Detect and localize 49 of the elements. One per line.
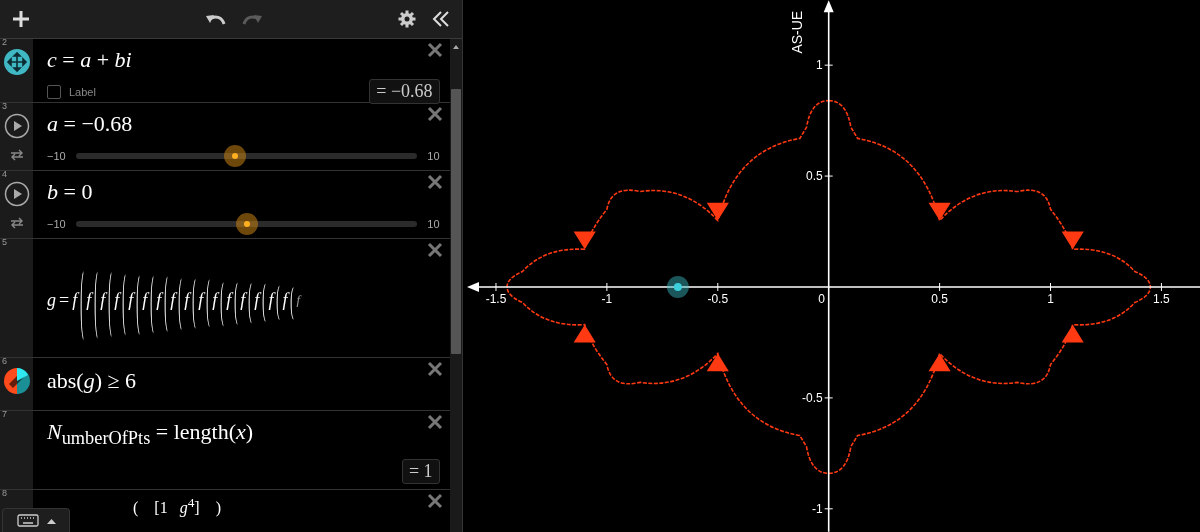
- x-tick-label: 1.5: [1152, 291, 1170, 306]
- x-tick-label: -1.5: [485, 291, 506, 306]
- y-tick-label: -0.5: [801, 390, 823, 405]
- color-icon[interactable]: [3, 368, 30, 394]
- x-tick-label: 1: [1046, 291, 1054, 306]
- play-button[interactable]: [3, 181, 30, 207]
- slider-max: 10: [427, 218, 440, 230]
- slider-min: −10: [47, 150, 66, 162]
- math-expression[interactable]: b = 0: [47, 177, 450, 207]
- math-expression[interactable]: abs(g) ≥ 6: [47, 366, 450, 396]
- math-expression[interactable]: N$_{umberOfPts}$ = length(x): [47, 417, 450, 454]
- x-tick-label: -1: [601, 291, 612, 306]
- row-number: 6: [2, 356, 7, 366]
- play-button[interactable]: [3, 113, 30, 139]
- math-expression[interactable]: c = a + bi: [47, 45, 450, 75]
- slider-thumb[interactable]: [235, 213, 258, 235]
- row-number: 3: [2, 101, 7, 111]
- row-number: 2: [2, 39, 7, 47]
- y-tick-label: 0.5: [805, 169, 823, 184]
- slider-max: 10: [427, 150, 440, 162]
- slider-min: −10: [47, 218, 66, 230]
- axis-label: AS-UE: [788, 10, 805, 54]
- keyboard-button[interactable]: [2, 508, 70, 532]
- row-number: 7: [2, 409, 7, 419]
- math-expression[interactable]: a = −0.68: [47, 109, 450, 139]
- graph-canvas[interactable]: -1.5 -1 -0.5 0 0.5 1 1.5 1 0.5 -0.5 -1 AS-UE: [462, 0, 1200, 532]
- x-tick-label: 0: [818, 291, 825, 306]
- row-number: 4: [2, 169, 7, 179]
- loop-icon[interactable]: [8, 217, 25, 229]
- slider-track[interactable]: [75, 145, 418, 167]
- keyboard-icon: [16, 514, 39, 527]
- slider-thumb[interactable]: [223, 145, 246, 167]
- loop-icon[interactable]: [8, 149, 25, 161]
- x-tick-label: -0.5: [707, 291, 728, 306]
- y-tick-label: -1: [811, 501, 823, 516]
- label-checkbox[interactable]: Label: [47, 84, 96, 99]
- slider-track[interactable]: [75, 213, 418, 235]
- point-marker[interactable]: [666, 276, 689, 298]
- result-value: = −0.68: [369, 79, 440, 104]
- caret-icon: [46, 517, 56, 524]
- x-tick-label: 0.5: [930, 291, 948, 306]
- move-icon[interactable]: [3, 49, 30, 75]
- result-value: = 1: [401, 459, 440, 485]
- add-button[interactable]: [10, 8, 32, 30]
- scrollbar-thumb[interactable]: [450, 89, 461, 354]
- y-tick-label: 1: [815, 58, 823, 73]
- row-number: 5: [2, 237, 7, 247]
- row-number: 8: [2, 488, 7, 498]
- math-expression[interactable]: ( [1 g$^{4}$] ): [133, 492, 450, 520]
